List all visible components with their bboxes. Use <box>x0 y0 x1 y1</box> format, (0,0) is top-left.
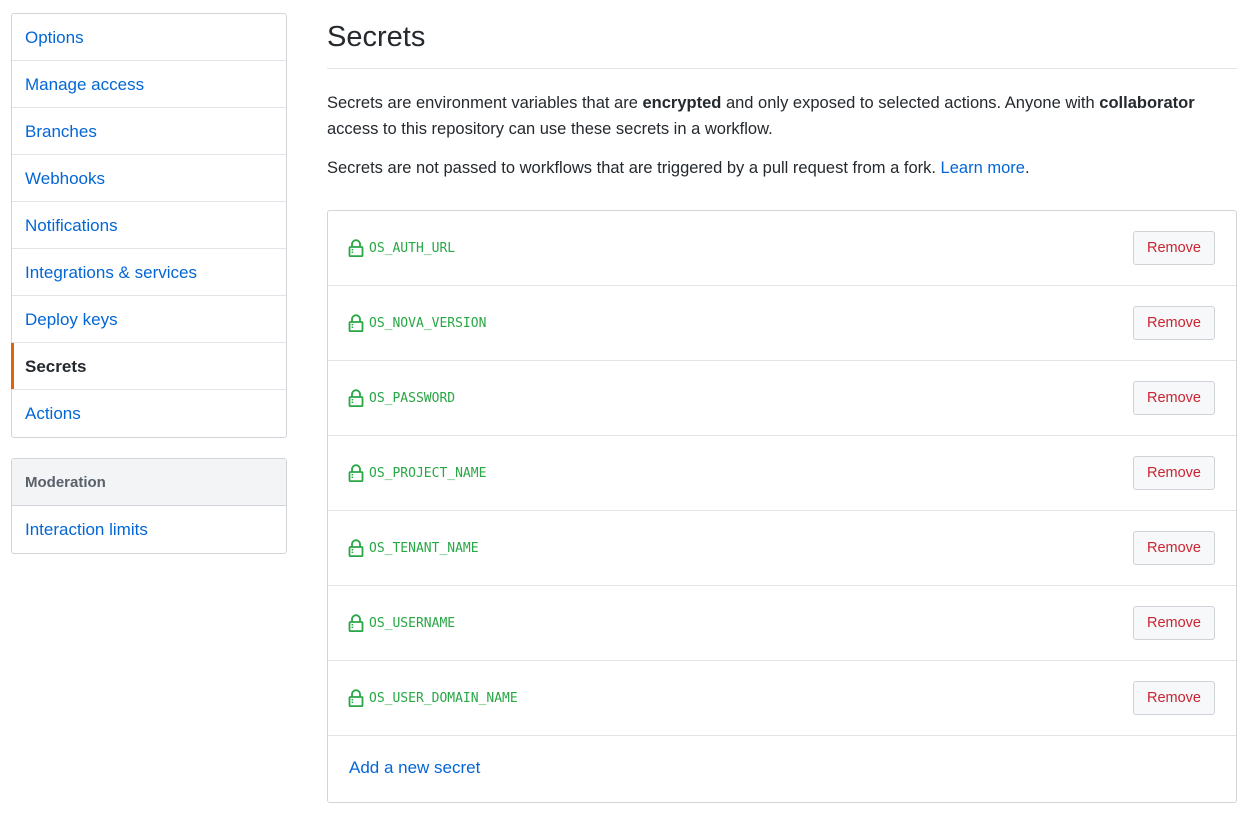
remove-secret-button[interactable]: Remove <box>1133 681 1215 715</box>
secret-name: OS_USERNAME <box>369 616 456 631</box>
secret-row: OS_PASSWORD Remove <box>328 361 1236 436</box>
remove-secret-button[interactable]: Remove <box>1133 381 1215 415</box>
main-content: Secrets Secrets are environment variable… <box>327 0 1237 803</box>
lock-icon <box>348 689 364 707</box>
secret-row: OS_TENANT_NAME Remove <box>328 511 1236 586</box>
lock-icon <box>348 314 364 332</box>
remove-secret-button[interactable]: Remove <box>1133 306 1215 340</box>
remove-secret-button[interactable]: Remove <box>1133 531 1215 565</box>
secret-name: OS_NOVA_VERSION <box>369 316 487 331</box>
fork-note-end: . <box>1024 159 1030 177</box>
secret-row: OS_USERNAME Remove <box>328 586 1236 661</box>
desc-emphasis-collaborator: collaborator <box>1099 94 1195 112</box>
settings-page: Options Manage access Branches Webhooks … <box>0 0 1250 814</box>
sidebar-item-webhooks[interactable]: Webhooks <box>12 155 286 202</box>
sidebar-item-branches[interactable]: Branches <box>12 108 286 155</box>
secret-name: OS_USER_DOMAIN_NAME <box>369 691 518 706</box>
secret-name: OS_TENANT_NAME <box>369 541 479 556</box>
fork-note: Secrets are not passed to workflows that… <box>327 155 1237 181</box>
secret-row: OS_PROJECT_NAME Remove <box>328 436 1236 511</box>
desc-text: and only exposed to selected actions. An… <box>721 94 1100 112</box>
learn-more-link[interactable]: Learn more <box>941 159 1025 177</box>
page-title: Secrets <box>327 0 1237 69</box>
remove-secret-button[interactable]: Remove <box>1133 231 1215 265</box>
add-secret-row: Add a new secret <box>328 736 1236 802</box>
secret-name: OS_PASSWORD <box>369 391 456 406</box>
sidebar-item-options[interactable]: Options <box>12 14 286 61</box>
lock-icon <box>348 389 364 407</box>
secret-name: OS_PROJECT_NAME <box>369 466 487 481</box>
sidebar-item-deploy-keys[interactable]: Deploy keys <box>12 296 286 343</box>
fork-note-text: Secrets are not passed to workflows that… <box>327 159 941 177</box>
secrets-list: OS_AUTH_URL Remove OS_NOVA_VERSION Remov… <box>327 210 1237 803</box>
secrets-description: Secrets are environment variables that a… <box>327 90 1237 142</box>
moderation-sidebar: Moderation Interaction limits <box>11 458 287 554</box>
secret-row: OS_USER_DOMAIN_NAME Remove <box>328 661 1236 736</box>
sidebar-item-actions[interactable]: Actions <box>12 390 286 437</box>
remove-secret-button[interactable]: Remove <box>1133 456 1215 490</box>
sidebar-item-notifications[interactable]: Notifications <box>12 202 286 249</box>
remove-secret-button[interactable]: Remove <box>1133 606 1215 640</box>
secret-name: OS_AUTH_URL <box>369 241 456 256</box>
moderation-heading: Moderation <box>12 459 286 506</box>
lock-icon <box>348 239 364 257</box>
desc-emphasis-encrypted: encrypted <box>642 94 722 112</box>
sidebar-item-manage-access[interactable]: Manage access <box>12 61 286 108</box>
settings-sidebar: Options Manage access Branches Webhooks … <box>11 13 287 438</box>
lock-icon <box>348 614 364 632</box>
secret-row: OS_AUTH_URL Remove <box>328 211 1236 286</box>
sidebar-item-integrations[interactable]: Integrations & services <box>12 249 286 296</box>
secret-row: OS_NOVA_VERSION Remove <box>328 286 1236 361</box>
sidebar-item-secrets[interactable]: Secrets <box>11 343 286 390</box>
desc-text: Secrets are environment variables that a… <box>327 94 643 112</box>
desc-text: access to this repository can use these … <box>327 120 773 138</box>
lock-icon <box>348 539 364 557</box>
secret-rows: OS_AUTH_URL Remove OS_NOVA_VERSION Remov… <box>328 211 1236 736</box>
add-new-secret-link[interactable]: Add a new secret <box>349 758 480 778</box>
sidebar-item-interaction-limits[interactable]: Interaction limits <box>12 506 286 553</box>
lock-icon <box>348 464 364 482</box>
